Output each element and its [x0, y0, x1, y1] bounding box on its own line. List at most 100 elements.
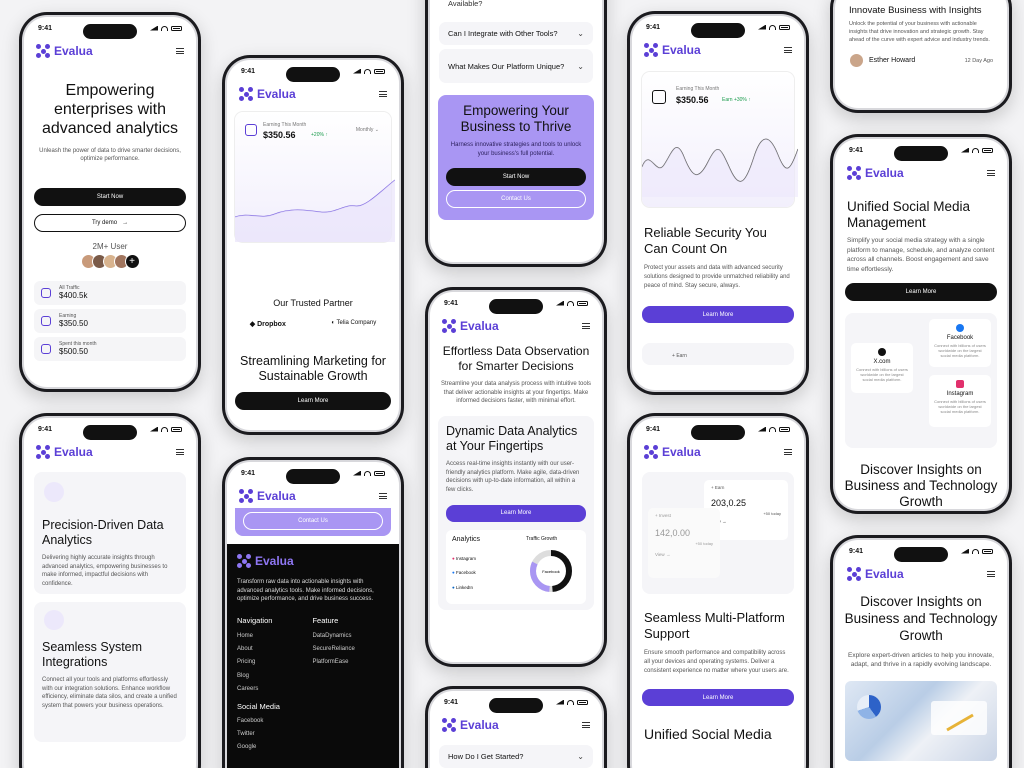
menu-icon[interactable]: [176, 48, 184, 54]
footer-link[interactable]: Google: [237, 741, 389, 754]
learn-more-button[interactable]: Learn More: [642, 689, 794, 707]
logo-text: Evalua: [54, 44, 93, 58]
footer-link[interactable]: Pricing: [237, 656, 272, 669]
menu-icon[interactable]: [582, 722, 590, 728]
faq-question: Can I Integrate with Other Tools?: [448, 29, 558, 38]
contact-us-button[interactable]: Contact Us: [243, 512, 383, 530]
learn-more-button[interactable]: Learn More: [446, 504, 586, 522]
dollar-icon: [652, 90, 666, 104]
logo-text: Evalua: [662, 43, 701, 57]
node-desc: Connect with billions of users worldwide…: [856, 367, 908, 383]
x-icon: [878, 348, 886, 357]
feature-desc: Access real-time insights instantly with…: [446, 461, 580, 494]
logo[interactable]: Evalua: [847, 166, 904, 180]
linkedin-icon: ●: [452, 584, 455, 590]
wifi-icon: [364, 470, 371, 476]
logo[interactable]: Evalua: [239, 489, 296, 503]
footer-link[interactable]: DataDynamics: [312, 630, 354, 643]
logo[interactable]: Evalua: [442, 718, 499, 732]
footer-link[interactable]: Twitter: [237, 728, 389, 741]
facebook-icon: ●: [452, 570, 455, 576]
faq-item[interactable]: Can I Integrate with Other Tools? ⌄: [439, 22, 593, 45]
footer-link[interactable]: About: [237, 643, 272, 656]
stat-card: All Traffic $400.5k: [34, 280, 186, 305]
cta-panel: Empowering Your Business to Thrive Harne…: [438, 95, 594, 220]
traffic-donut: Facebook: [530, 549, 572, 592]
status-time: 9:41: [849, 146, 864, 154]
footer-link[interactable]: Home: [237, 630, 272, 643]
start-now-button[interactable]: Start Now: [446, 168, 586, 187]
footer-link[interactable]: PlatformEase: [312, 656, 354, 669]
instagram-icon: [956, 380, 964, 389]
phone-hero: 9:41 Evalua Empowering enterprises with …: [19, 12, 201, 392]
footer-link[interactable]: SecureReliance: [312, 643, 354, 656]
menu-icon[interactable]: [987, 571, 995, 577]
earning-delta: +20% ↑: [311, 132, 328, 138]
feature-card: Precision-Driven Data Analytics Deliveri…: [34, 472, 186, 594]
menu-icon[interactable]: [582, 323, 590, 329]
phone-partners: 9:41 Evalua Earning This Month $350.56 +…: [222, 55, 404, 435]
avatar-stack: +: [24, 253, 196, 269]
footer-link[interactable]: Blog: [237, 670, 272, 683]
faq-cut: Available?: [448, 0, 483, 8]
battery-icon: [982, 147, 993, 153]
add-avatar-icon[interactable]: +: [124, 253, 140, 269]
stat-value: $350.50: [59, 319, 88, 329]
footer-link[interactable]: Facebook: [237, 715, 389, 728]
logo[interactable]: Evalua: [847, 567, 904, 581]
logo[interactable]: Evalua: [36, 445, 93, 459]
learn-more-button[interactable]: Learn More: [235, 392, 391, 410]
menu-icon[interactable]: [176, 449, 184, 455]
dynamic-island: [286, 67, 340, 82]
contact-us-button[interactable]: Contact Us: [446, 190, 586, 209]
start-now-button[interactable]: Start Now: [34, 187, 186, 206]
logo[interactable]: Evalua: [644, 43, 701, 57]
phone-blog-top: Innovate Business with Insights Unlock t…: [830, 0, 1012, 113]
try-demo-button[interactable]: Try demo →: [34, 213, 186, 232]
author-avatar: [849, 53, 864, 69]
dynamic-island: [83, 425, 137, 440]
logo[interactable]: Evalua: [239, 87, 296, 101]
view-link[interactable]: View →: [711, 519, 781, 524]
analytics-card: Dynamic Data Analytics at Your Fingertip…: [438, 416, 594, 610]
battery-icon: [982, 548, 993, 554]
phone-faq: 9:41 Evalua How Do I Get Started? ⌄: [425, 686, 607, 768]
battery-icon: [171, 25, 182, 31]
social-item: ● Instagram: [452, 555, 476, 561]
faq-item[interactable]: What Makes Our Platform Unique? ⌄: [439, 49, 593, 83]
chevron-down-icon: ⌄: [577, 752, 584, 761]
cta-sub: Harness innovative strategies and tools …: [450, 142, 582, 157]
section-sub: Streamline your data analysis process wi…: [440, 381, 592, 405]
wallet-widget: + Earn203,0.25+50 todayView → + Invest14…: [642, 472, 794, 594]
status-time: 9:41: [38, 425, 53, 433]
learn-more-button[interactable]: Learn More: [845, 283, 997, 302]
wifi-icon: [161, 426, 168, 432]
menu-icon[interactable]: [379, 91, 387, 97]
feature-desc: Delivering highly accurate insights thro…: [42, 555, 168, 588]
menu-icon[interactable]: [784, 449, 792, 455]
menu-icon[interactable]: [987, 170, 995, 176]
logo-icon: [644, 43, 658, 57]
learn-more-button[interactable]: Learn More: [642, 306, 794, 324]
period-select[interactable]: Monthly ⌄: [356, 127, 379, 133]
menu-icon[interactable]: [784, 47, 792, 53]
menu-icon[interactable]: [379, 493, 387, 499]
footer-link[interactable]: Careers: [237, 683, 272, 696]
social-list: ● Instagram ● Facebook ● LinkedIn: [452, 552, 476, 595]
logo-icon: [442, 718, 456, 732]
wifi-icon: [769, 24, 776, 30]
logo[interactable]: Evalua: [36, 44, 93, 58]
arrow-right-icon: →: [122, 219, 129, 226]
dynamic-island: [894, 146, 948, 161]
footer-logo[interactable]: Evalua: [237, 554, 389, 568]
logo-text: Evalua: [865, 567, 904, 581]
footer-social-title: Social Media: [237, 702, 280, 711]
faq-item[interactable]: How Do I Get Started? ⌄: [439, 745, 593, 768]
dynamic-island: [286, 469, 340, 484]
earning-chart: [235, 179, 395, 242]
logo[interactable]: Evalua: [442, 319, 499, 333]
earn-value: 203,0.25: [711, 498, 747, 508]
earn-label: Earn: [676, 353, 687, 360]
view-link[interactable]: View →: [655, 552, 713, 557]
logo[interactable]: Evalua: [644, 445, 701, 459]
